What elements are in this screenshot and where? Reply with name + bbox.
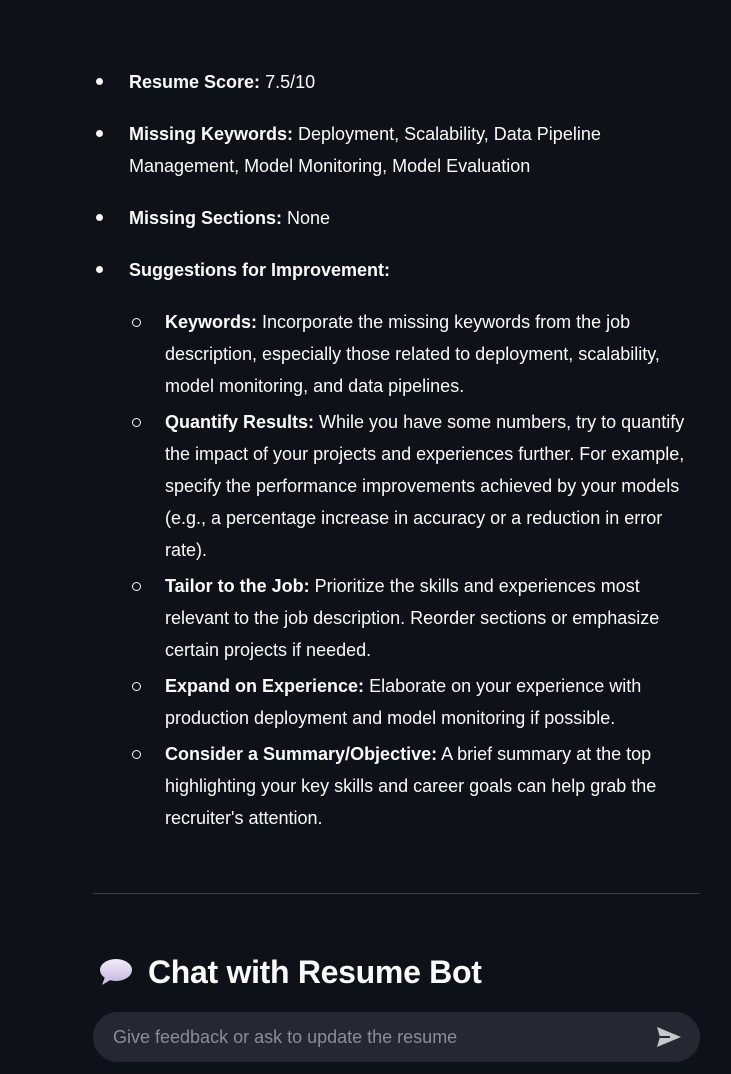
list-item-missing-keywords: Missing Keywords: Deployment, Scalabilit… <box>93 118 700 182</box>
chat-input-container <box>93 1012 700 1062</box>
send-button[interactable] <box>644 1012 694 1062</box>
chat-heading-title: Chat with Resume Bot <box>148 954 482 990</box>
section-divider <box>93 893 700 894</box>
list-item-missing-sections: Missing Sections: None <box>93 202 700 234</box>
suggestion-item-tailor-to-job: Tailor to the Job: Prioritize the skills… <box>129 570 700 666</box>
item-text: None <box>282 208 331 228</box>
suggestion-label: Consider a Summary/Objective: <box>165 744 438 764</box>
item-label: Missing Keywords: <box>129 124 294 144</box>
suggestion-item-quantify-results: Quantify Results: While you have some nu… <box>129 406 700 566</box>
resume-evaluation: Resume Score: 7.5/10 Missing Keywords: D… <box>93 0 700 838</box>
suggestion-item-expand-experience: Expand on Experience: Elaborate on your … <box>129 670 700 734</box>
suggestions-list: Keywords: Incorporate the missing keywor… <box>129 306 700 834</box>
suggestion-label: Keywords: <box>165 312 258 332</box>
suggestion-label: Expand on Experience: <box>165 676 365 696</box>
item-label: Suggestions for Improvement: <box>129 260 391 280</box>
suggestion-item-summary-objective: Consider a Summary/Objective: A brief su… <box>129 738 700 834</box>
chat-input[interactable] <box>93 1012 644 1062</box>
speech-bubble-icon <box>98 954 134 990</box>
item-label: Resume Score: <box>129 72 261 92</box>
list-item-resume-score: Resume Score: 7.5/10 <box>93 66 700 98</box>
suggestion-label: Tailor to the Job: <box>165 576 310 596</box>
suggestion-item-keywords: Keywords: Incorporate the missing keywor… <box>129 306 700 402</box>
suggestion-text: While you have some numbers, try to quan… <box>165 412 685 560</box>
item-label: Missing Sections: <box>129 208 283 228</box>
evaluation-list: Resume Score: 7.5/10 Missing Keywords: D… <box>93 66 700 834</box>
send-icon <box>657 1027 681 1047</box>
item-text: 7.5/10 <box>260 72 316 92</box>
chat-section-header: Chat with Resume Bot <box>98 950 482 994</box>
suggestion-label: Quantify Results: <box>165 412 315 432</box>
list-item-suggestions: Suggestions for Improvement: Keywords: I… <box>93 254 700 834</box>
